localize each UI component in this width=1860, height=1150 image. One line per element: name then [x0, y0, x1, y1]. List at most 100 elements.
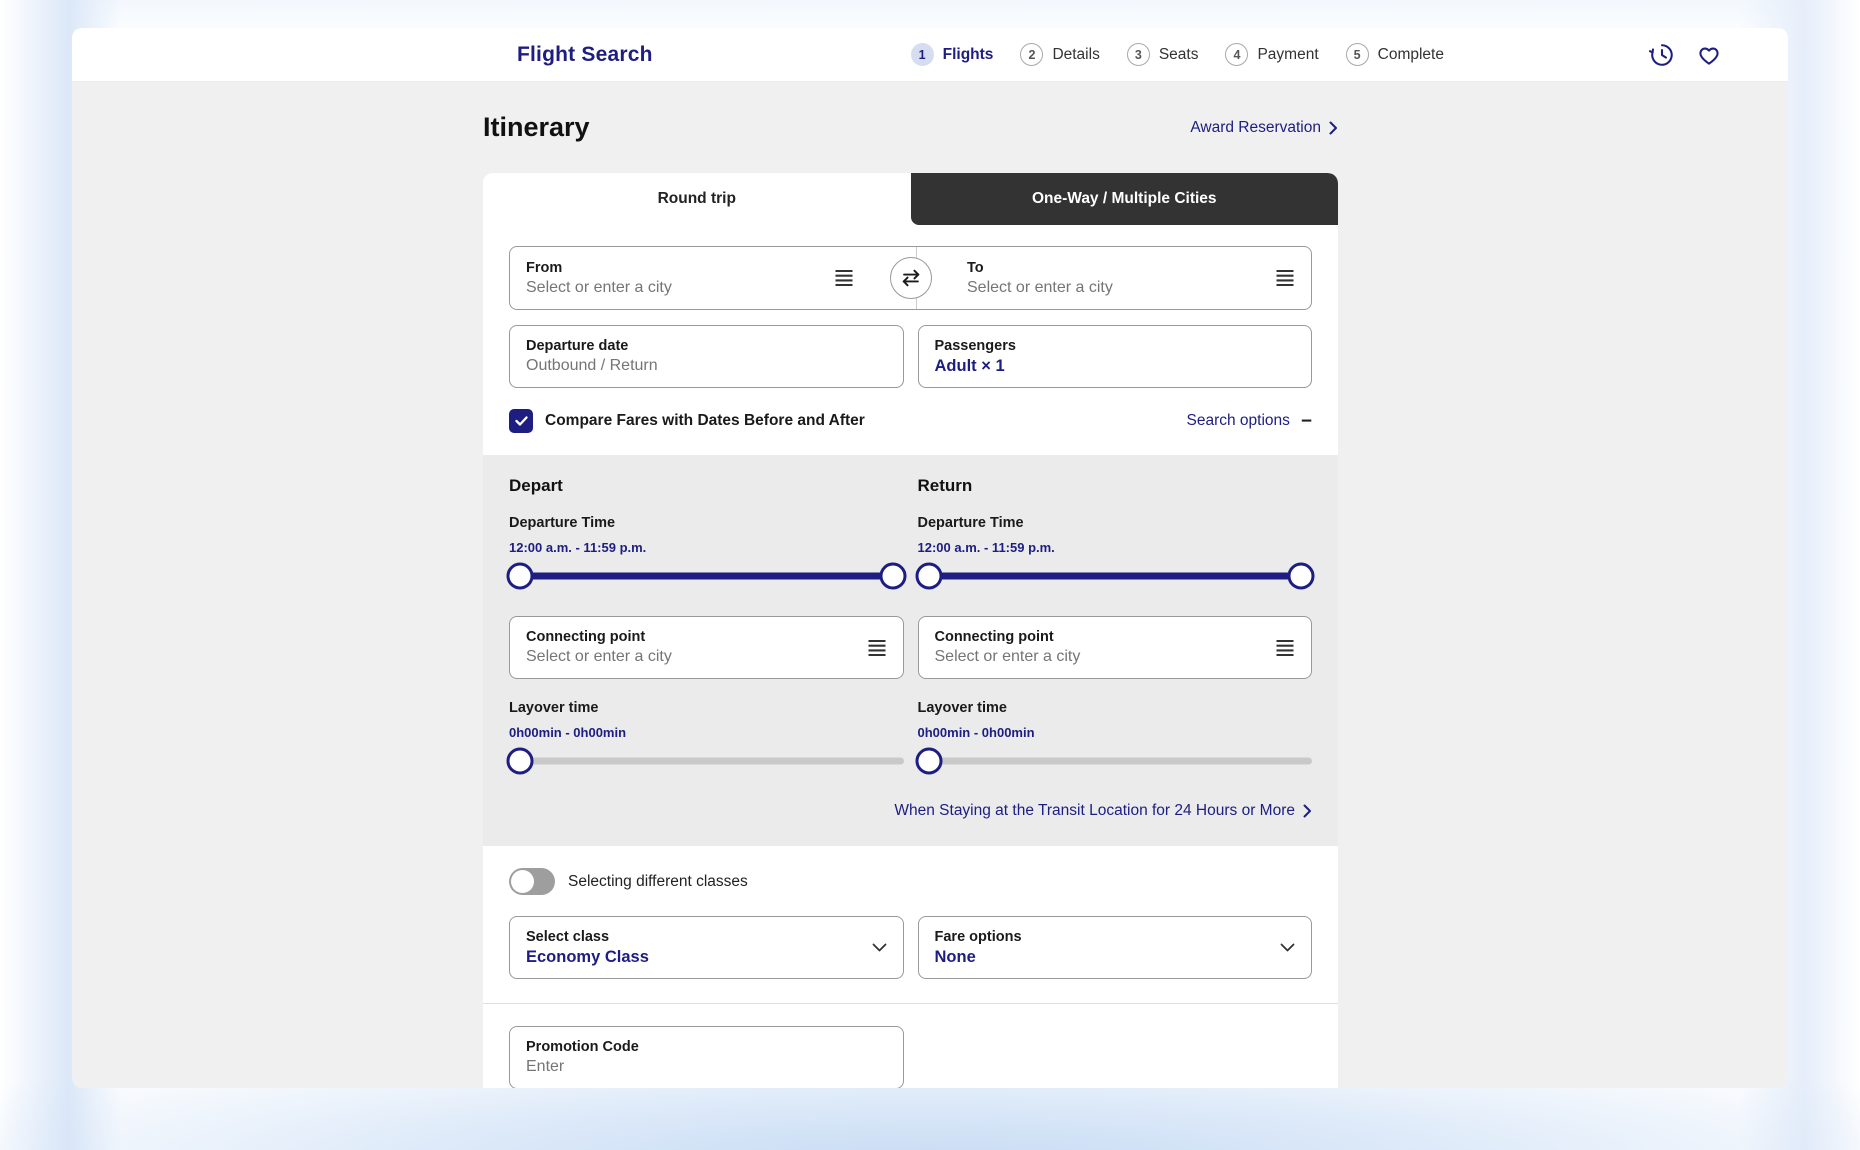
promotion-code-field[interactable]: Promotion Code Enter	[509, 1026, 904, 1088]
departure-time-range: 12:00 a.m. - 11:59 p.m.	[918, 540, 1313, 555]
slider-track[interactable]	[509, 758, 904, 765]
progress-stepper: 1 Flights 2 Details 3 Seats 4 Payment 5 …	[911, 43, 1444, 66]
select-class-dropdown[interactable]: Select class Economy Class	[509, 916, 904, 979]
step-seats: 3 Seats	[1127, 43, 1199, 66]
swap-cities-button[interactable]	[890, 257, 932, 299]
tab-one-way-multiple-cities[interactable]: One-Way / Multiple Cities	[911, 173, 1339, 225]
connecting-point-label: Connecting point	[935, 629, 1266, 645]
search-options-label: Search options	[1186, 412, 1289, 430]
main-panel: Flight Search 1 Flights 2 Details 3 Seat…	[72, 28, 1788, 1088]
compare-fares-control: Compare Fares with Dates Before and Afte…	[509, 409, 865, 433]
connecting-point-label: Connecting point	[526, 629, 857, 645]
different-classes-toggle[interactable]	[509, 868, 555, 895]
select-class-value: Economy Class	[526, 948, 862, 967]
step-complete: 5 Complete	[1346, 43, 1444, 66]
from-field[interactable]: From Select or enter a city	[510, 247, 917, 309]
passengers-label: Passengers	[935, 338, 1296, 354]
chevron-right-icon	[1303, 804, 1312, 818]
fare-options-dropdown[interactable]: Fare options None	[918, 916, 1313, 979]
award-reservation-link[interactable]: Award Reservation	[1190, 119, 1338, 137]
search-options-section: Depart Departure Time 12:00 a.m. - 11:59…	[483, 455, 1338, 846]
promotion-code-placeholder: Enter	[526, 1058, 887, 1076]
departure-time-range: 12:00 a.m. - 11:59 p.m.	[509, 540, 904, 555]
from-to-field: From Select or enter a city	[509, 246, 1312, 310]
heart-icon[interactable]	[1696, 42, 1722, 68]
step-label: Payment	[1257, 46, 1318, 64]
compare-fares-checkbox[interactable]	[509, 409, 533, 433]
swap-arrows-icon	[898, 266, 924, 290]
chevron-right-icon	[1329, 121, 1338, 135]
return-heading: Return	[918, 476, 1313, 496]
step-number-badge: 3	[1127, 43, 1150, 66]
search-options-toggle[interactable]: Search options −	[1186, 412, 1312, 431]
step-number-badge: 4	[1225, 43, 1248, 66]
step-label: Complete	[1378, 46, 1444, 64]
connecting-point-field[interactable]: Connecting point Select or enter a city	[918, 616, 1313, 679]
to-placeholder: Select or enter a city	[967, 279, 1275, 297]
layover-time-range: 0h00min - 0h00min	[509, 725, 904, 740]
slider-handle-max[interactable]	[1288, 563, 1315, 590]
connecting-point-field[interactable]: Connecting point Select or enter a city	[509, 616, 904, 679]
slider-handle-min[interactable]	[915, 563, 942, 590]
step-number-badge: 2	[1020, 43, 1043, 66]
list-icon	[834, 269, 854, 287]
list-icon	[867, 639, 887, 657]
depart-heading: Depart	[509, 476, 904, 496]
slider-track[interactable]	[918, 573, 1313, 580]
connecting-point-placeholder: Select or enter a city	[526, 648, 857, 666]
chevron-down-icon	[872, 943, 887, 952]
compare-fares-label: Compare Fares with Dates Before and Afte…	[545, 412, 865, 430]
transit-stay-link[interactable]: When Staying at the Transit Location for…	[894, 802, 1312, 820]
layover-time-range: 0h00min - 0h00min	[918, 725, 1313, 740]
app-title: Flight Search	[517, 43, 653, 67]
slider-handle-min[interactable]	[507, 748, 534, 775]
tab-one-way-label: One-Way / Multiple Cities	[1032, 190, 1217, 208]
trip-type-tabs: Round trip One-Way / Multiple Cities	[483, 173, 1338, 225]
layover-time-slider[interactable]	[918, 747, 1313, 775]
header-actions	[1649, 42, 1722, 68]
promotion-section: Promotion Code Enter	[483, 1004, 1338, 1088]
list-icon	[1275, 639, 1295, 657]
departure-time-label: Departure Time	[918, 515, 1313, 531]
slider-track[interactable]	[509, 573, 904, 580]
step-label: Flights	[943, 46, 994, 64]
award-reservation-label: Award Reservation	[1190, 119, 1321, 137]
departure-time-slider[interactable]	[918, 562, 1313, 590]
depart-filters-column: Depart Departure Time 12:00 a.m. - 11:59…	[509, 476, 904, 775]
layover-time-label: Layover time	[918, 700, 1313, 716]
departure-date-field[interactable]: Departure date Outbound / Return	[509, 325, 904, 388]
slider-handle-min[interactable]	[507, 563, 534, 590]
tab-round-trip-label: Round trip	[658, 190, 736, 208]
passengers-value: Adult × 1	[935, 357, 1296, 376]
different-classes-label: Selecting different classes	[568, 873, 748, 891]
to-field[interactable]: To Select or enter a city	[917, 247, 1311, 309]
step-details: 2 Details	[1020, 43, 1099, 66]
slider-track[interactable]	[918, 758, 1313, 765]
from-placeholder: Select or enter a city	[526, 279, 834, 297]
layover-time-label: Layover time	[509, 700, 904, 716]
slider-handle-min[interactable]	[915, 748, 942, 775]
step-number-badge: 1	[911, 43, 934, 66]
history-icon[interactable]	[1649, 42, 1675, 68]
step-label: Details	[1052, 46, 1099, 64]
from-label: From	[526, 260, 834, 276]
toggle-knob	[511, 870, 534, 893]
list-icon	[1275, 269, 1295, 287]
page-title: Itinerary	[483, 112, 590, 143]
connecting-point-placeholder: Select or enter a city	[935, 648, 1266, 666]
departure-time-label: Departure Time	[509, 515, 904, 531]
check-icon	[515, 416, 528, 426]
departure-date-label: Departure date	[526, 338, 887, 354]
fare-options-value: None	[935, 948, 1271, 967]
fare-options-label: Fare options	[935, 929, 1271, 945]
passengers-field[interactable]: Passengers Adult × 1	[918, 325, 1313, 388]
layover-time-slider[interactable]	[509, 747, 904, 775]
tab-round-trip[interactable]: Round trip	[483, 173, 911, 225]
return-filters-column: Return Departure Time 12:00 a.m. - 11:59…	[918, 476, 1313, 775]
transit-stay-label: When Staying at the Transit Location for…	[894, 802, 1295, 820]
promotion-code-label: Promotion Code	[526, 1039, 887, 1055]
slider-handle-max[interactable]	[879, 563, 906, 590]
select-class-label: Select class	[526, 929, 862, 945]
departure-time-slider[interactable]	[509, 562, 904, 590]
step-number-badge: 5	[1346, 43, 1369, 66]
